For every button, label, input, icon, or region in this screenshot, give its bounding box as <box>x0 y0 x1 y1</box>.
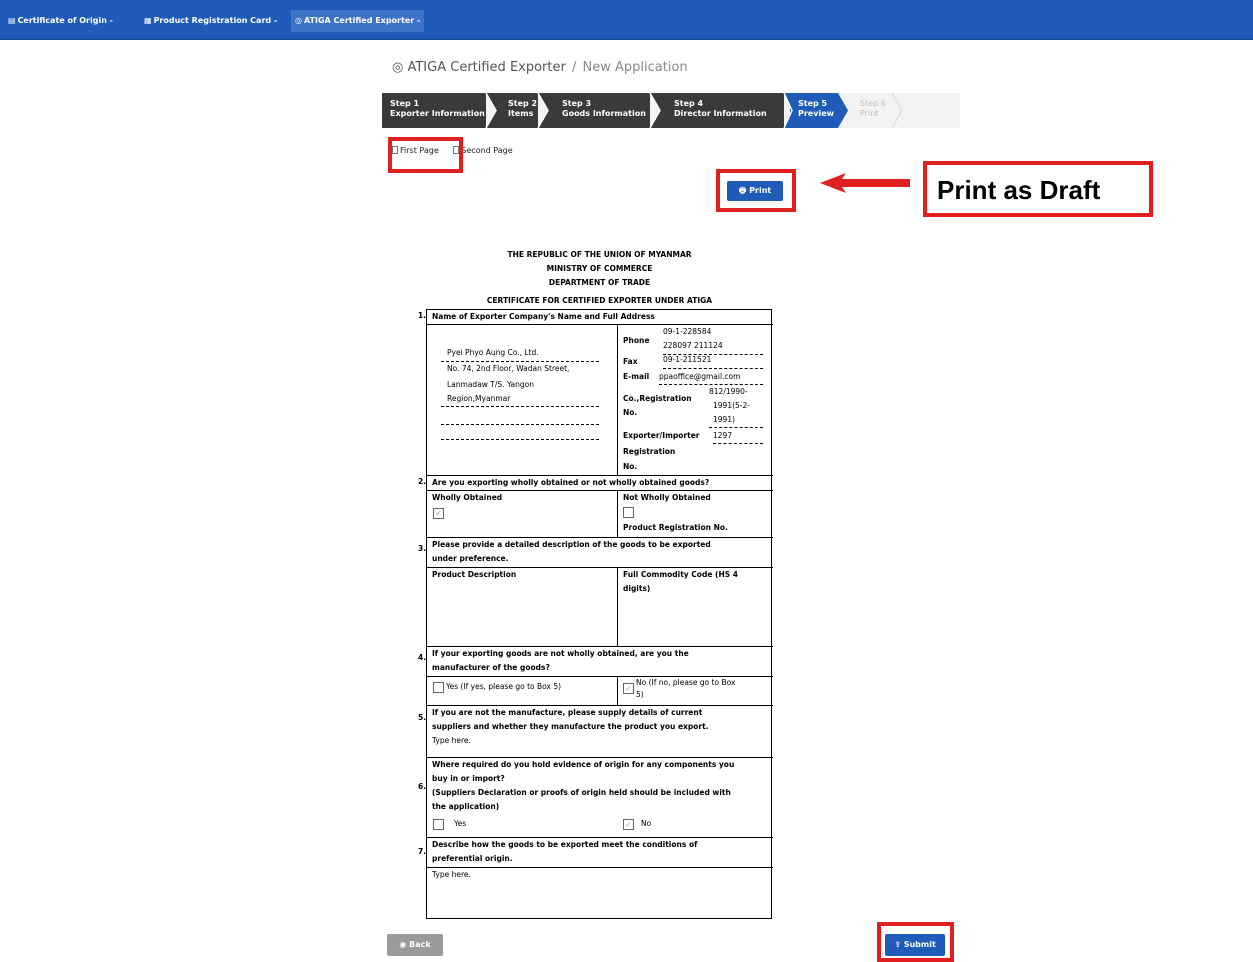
phone-label: Phone <box>623 336 650 345</box>
product-registration-no-label: Product Registration No. <box>623 523 728 532</box>
breadcrumb-section[interactable]: ATIGA Certified Exporter <box>407 60 565 75</box>
phone-value: 09-1-228584 <box>663 327 712 336</box>
q5-title: suppliers and whether they manufacture t… <box>432 722 709 731</box>
q4-title: manufacturer of the goods? <box>432 663 550 672</box>
nav-label: Certificate of Origin - <box>17 16 113 25</box>
email-value: ppaoffice@gmail.com <box>659 372 741 381</box>
tab-label: Second Page <box>461 146 513 155</box>
certificate-form: Name of Exporter Company's Name and Full… <box>426 309 773 919</box>
q7-title: preferential origin. <box>432 854 513 863</box>
address-line: Lanmadaw T/S. Yangon <box>447 380 534 389</box>
email-label: E-mail <box>623 372 650 381</box>
fax-label: Fax <box>623 357 638 366</box>
top-navbar: ▤ Certificate of Origin - ▦ Product Regist… <box>0 0 1253 40</box>
q6-yes-label: Yes <box>454 819 467 828</box>
nav-atiga-certified-exporter[interactable]: ◎ ATIGA Certified Exporter - <box>291 10 425 32</box>
address-line: No. 74, 2nd Floor, Wadan Street, <box>447 364 570 373</box>
product-description-label: Product Description <box>432 570 517 579</box>
address-line: Region,Myanmar <box>447 394 511 403</box>
q6-title: Where required do you hold evidence of o… <box>432 760 735 769</box>
q4-no-label: 5) <box>636 690 644 699</box>
wholly-obtained-checkbox[interactable]: ✓ <box>433 508 444 519</box>
q4-yes-label: Yes (If yes, please go to Box 5) <box>446 682 562 691</box>
q5-input[interactable]: Type here. <box>432 734 471 748</box>
q1-title: Name of Exporter Company's Name and Full… <box>432 312 655 321</box>
cert-header-line: MINISTRY OF COMMERCE <box>546 264 653 273</box>
step-wizard: Step 1 Exporter Information Step 2 Items S… <box>382 93 960 128</box>
q3-title: under preference. <box>432 554 509 563</box>
co-registration-value: 1991(5-2- <box>713 401 750 410</box>
highlight-submit <box>877 922 954 962</box>
q6-title: the application) <box>432 802 500 811</box>
address-line: Pyei Phyo Aung Co., Ltd. <box>447 348 539 357</box>
exporter-reg-label: Registration <box>623 447 676 456</box>
not-wholly-obtained-label: Not Wholly Obtained <box>623 493 711 502</box>
row-number: 6. <box>418 782 427 791</box>
highlight-first-page <box>388 137 463 173</box>
cert-title: CERTIFICATE FOR CERTIFIED EXPORTER UNDER… <box>486 296 713 305</box>
co-registration-label: No. <box>623 408 638 417</box>
co-registration-value: 1991) <box>713 415 736 424</box>
row-number: 2. <box>418 477 427 486</box>
row-number: 7. <box>418 847 427 856</box>
cert-header-line: THE REPUBLIC OF THE UNION OF MYANMAR <box>507 250 692 259</box>
not-wholly-obtained-checkbox[interactable] <box>623 507 634 518</box>
q7-title: Describe how the goods to be exported me… <box>432 840 698 849</box>
q4-title: If your exporting goods are not wholly o… <box>432 649 689 658</box>
cert-header-line: DEPARTMENT OF TRADE <box>548 278 651 287</box>
q6-no-label: No <box>641 819 652 828</box>
step-chevrons <box>485 93 903 128</box>
annotation-print-as-draft: Print as Draft <box>923 161 1153 217</box>
nav-certificate-of-origin[interactable]: ▤ Certificate of Origin - <box>4 10 117 32</box>
exporter-reg-label: Exporter/Importer <box>623 431 700 440</box>
q6-title: (Suppliers Declaration or proofs of orig… <box>432 788 731 797</box>
q7-input[interactable]: Type here. <box>432 868 471 882</box>
commodity-code-label: digits) <box>623 584 651 593</box>
breadcrumb: ◎ ATIGA Certified Exporter / New Applica… <box>392 60 688 75</box>
back-button[interactable]: ◉ Back <box>387 934 443 956</box>
nav-label: Product Registration Card - <box>153 16 278 25</box>
row-number: 1. <box>418 311 427 320</box>
commodity-code-label: Full Commodity Code (HS 4 <box>623 570 738 579</box>
wholly-obtained-label: Wholly Obtained <box>432 493 503 502</box>
q6-no-checkbox[interactable]: ✓ <box>623 819 634 830</box>
q5-title: If you are not the manufacture, please s… <box>432 708 703 717</box>
nav-product-registration-card[interactable]: ▦ Product Registration Card - <box>140 10 281 32</box>
phone-value: 228097 211124 <box>663 341 723 350</box>
annotation-arrow <box>820 173 910 193</box>
fax-value: 09-1-211521 <box>663 355 712 364</box>
exporter-reg-label: No. <box>623 462 638 471</box>
product-card-icon: ▦ <box>144 16 152 25</box>
row-number: 3. <box>418 544 427 553</box>
q2-title: Are you exporting wholly obtained or not… <box>432 478 710 487</box>
co-registration-label: Co.,Registration <box>623 394 692 403</box>
q6-title: buy in or import? <box>432 774 505 783</box>
q4-yes-checkbox[interactable] <box>433 682 444 693</box>
back-arrow-icon: ◉ <box>399 940 407 949</box>
breadcrumb-separator: / <box>571 60 577 75</box>
back-label: Back <box>409 940 431 949</box>
q4-no-label: No (If no, please go to Box <box>636 678 736 687</box>
exporter-reg-value: 1297 <box>713 431 733 440</box>
exporter-icon: ◎ <box>295 16 302 25</box>
certificate-icon: ▤ <box>8 16 16 25</box>
breadcrumb-page: New Application <box>582 60 688 75</box>
highlight-print <box>716 169 796 212</box>
q6-yes-checkbox[interactable] <box>433 819 444 830</box>
row-number: 4. <box>418 653 427 662</box>
row-number: 5. <box>418 713 427 722</box>
q3-title: Please provide a detailed description of… <box>432 540 711 549</box>
nav-label: ATIGA Certified Exporter - <box>303 16 421 25</box>
exporter-icon: ◎ <box>392 60 404 75</box>
co-registration-value: 812/1990- <box>709 387 748 396</box>
q4-no-checkbox[interactable]: ✓ <box>623 683 634 694</box>
